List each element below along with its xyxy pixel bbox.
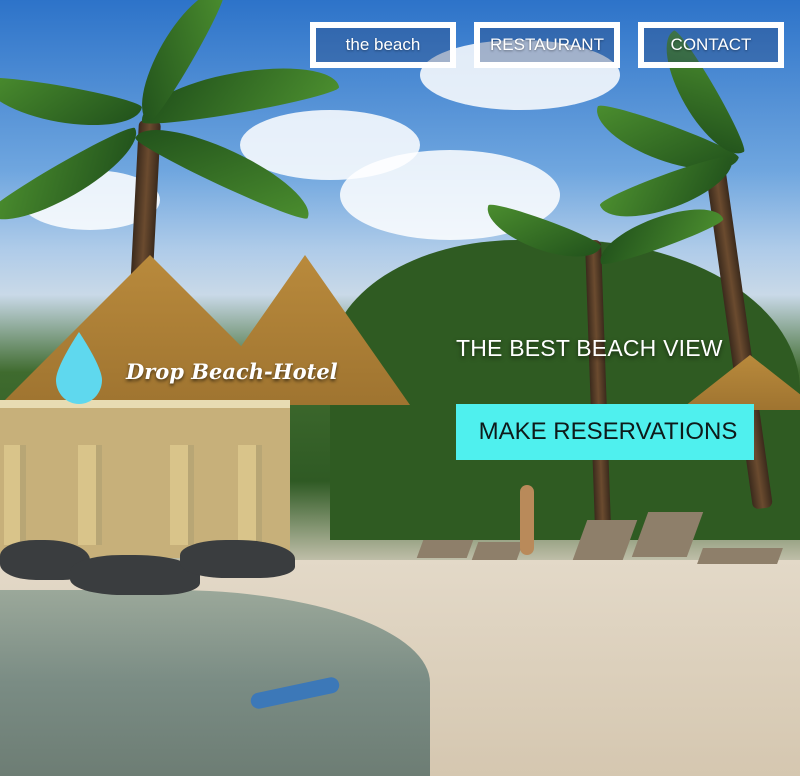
make-reservations-button[interactable]: MAKE RESERVATIONS [456, 404, 754, 460]
hero-tagline: THE BEST BEACH VIEW [456, 335, 723, 361]
hero-section: the beach RESTAURANT CONTACT Drop Beach-… [0, 0, 800, 776]
nav-contact-button[interactable]: CONTACT [638, 22, 784, 68]
hotel-name: Drop Beach-Hotel [126, 358, 338, 384]
water-drop-icon [56, 332, 102, 404]
nav-the-beach-button[interactable]: the beach [310, 22, 456, 68]
nav-restaurant-button[interactable]: RESTAURANT [474, 22, 620, 68]
top-navigation: the beach RESTAURANT CONTACT [310, 22, 784, 68]
hotel-logo[interactable]: Drop Beach-Hotel [54, 332, 338, 404]
